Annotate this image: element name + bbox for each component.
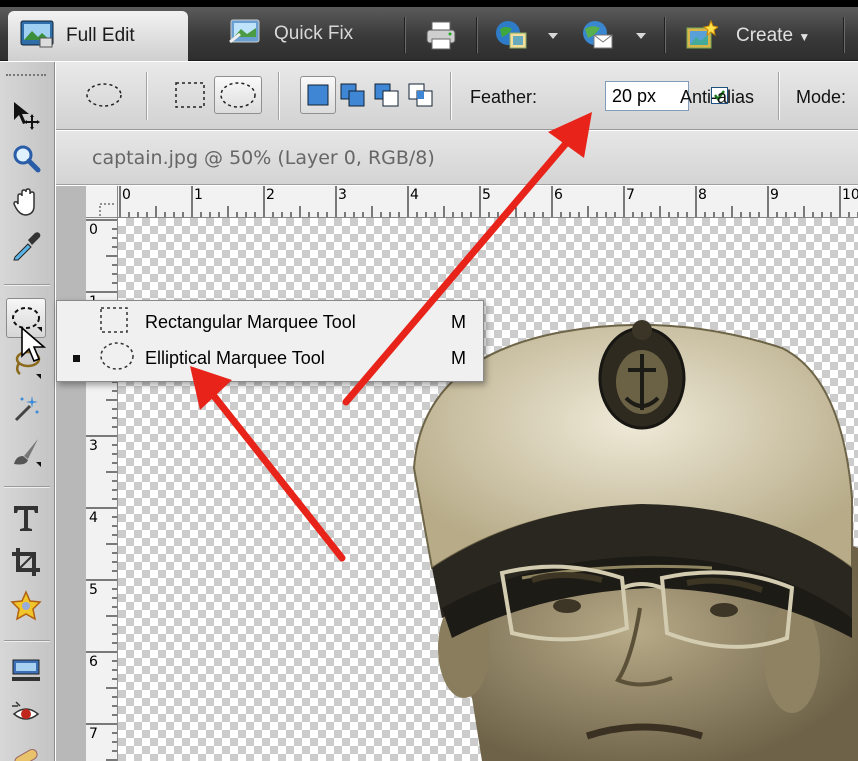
horizontal-ruler[interactable]: 0 1 2 3 4 5 6 7 8 9 10 (86, 186, 858, 218)
zoom-tool-icon[interactable] (8, 140, 44, 176)
document-title-bar[interactable]: captain.jpg @ 50% (Layer 0, RGB/8) (56, 131, 858, 185)
ruler-label: 1 (194, 187, 203, 203)
options-divider (278, 72, 279, 120)
ruler-label: 0 (122, 187, 131, 203)
share-globe-icon[interactable] (580, 19, 614, 51)
chevron-down-icon: ▼ (798, 30, 811, 44)
ruler-origin[interactable] (86, 186, 118, 218)
tool-preset-ellipse-icon[interactable] (82, 76, 126, 114)
mode-tab-bar: Full Edit Quick Fix Create ▼ (0, 7, 858, 61)
captain-photo (412, 320, 858, 761)
elliptical-marquee-icon (97, 339, 137, 377)
toolbox (0, 62, 55, 761)
caption-strip (0, 0, 858, 7)
red-eye-tool-icon[interactable] (8, 696, 44, 732)
elliptical-marquee-option-icon[interactable] (214, 76, 262, 114)
options-divider (778, 72, 779, 120)
tab-full-edit[interactable]: Full Edit (8, 11, 188, 61)
ruler-label: 8 (698, 187, 707, 203)
ruler-label: 6 (554, 187, 563, 203)
shortcut-key: M (451, 311, 466, 332)
toolbar-divider (664, 17, 665, 53)
toolbar-divider (404, 17, 405, 53)
straighten-tool-icon[interactable] (8, 652, 44, 688)
marquee-tool-flyout: Rectangular Marquee Tool M Elliptical Ma… (56, 300, 484, 382)
ruler-label: 5 (482, 187, 491, 203)
toolbox-grip[interactable] (6, 74, 46, 76)
tab-quick-fix-label: Quick Fix (274, 23, 354, 44)
quick-fix-icon (228, 16, 262, 52)
ruler-label: 5 (89, 582, 98, 598)
flyout-item-elliptical-marquee[interactable]: Elliptical Marquee Tool M (57, 339, 483, 377)
type-tool-icon[interactable] (8, 500, 44, 536)
tab-full-edit-label: Full Edit (66, 25, 135, 46)
brush-tool-icon[interactable] (8, 434, 44, 470)
mode-label: Mode: (796, 87, 847, 107)
toolbox-divider (4, 486, 50, 487)
shortcut-key: M (451, 347, 466, 368)
ruler-label: 7 (626, 187, 635, 203)
create-star-icon[interactable] (684, 19, 720, 51)
rectangular-marquee-icon (97, 305, 131, 339)
organize-icon[interactable] (494, 19, 528, 51)
ruler-label: 3 (338, 187, 347, 203)
mouse-cursor-icon (21, 326, 46, 363)
document-title: captain.jpg @ 50% (Layer 0, RGB/8) (92, 147, 435, 169)
ruler-label: 0 (89, 222, 98, 238)
ruler-label: 2 (266, 187, 275, 203)
eyedropper-tool-icon[interactable] (8, 228, 44, 264)
ruler-label: 3 (89, 438, 98, 454)
rectangular-marquee-option-icon[interactable] (170, 76, 210, 114)
flyout-item-rectangular-marquee[interactable]: Rectangular Marquee Tool M (57, 303, 483, 341)
create-label: Create (736, 25, 794, 46)
magic-wand-tool-icon[interactable] (8, 390, 44, 426)
move-tool-icon[interactable] (8, 96, 44, 132)
options-divider (146, 72, 147, 120)
toolbox-divider (4, 284, 50, 285)
feather-input[interactable]: 20 px (605, 81, 689, 111)
new-selection-icon[interactable] (300, 76, 336, 114)
tab-quick-fix[interactable]: Quick Fix (216, 11, 394, 57)
ruler-label: 4 (410, 187, 419, 203)
full-edit-icon (20, 18, 54, 54)
ruler-label: 4 (89, 510, 98, 526)
create-menu[interactable]: Create ▼ (736, 25, 810, 47)
vertical-ruler[interactable]: 01234567 (86, 186, 118, 761)
feather-label: Feather: (470, 87, 538, 107)
toolbox-divider (4, 640, 50, 641)
antialias-label: Anti-alias (680, 87, 755, 107)
chevron-down-icon[interactable] (548, 33, 558, 39)
ruler-label: 7 (89, 726, 98, 742)
cookie-cutter-tool-icon[interactable] (8, 588, 44, 624)
tool-options-bar: Feather: 20 px Anti-alias Mode: (56, 62, 858, 130)
toolbar-divider (843, 17, 844, 53)
ruler-label: 9 (770, 187, 779, 203)
healing-brush-tool-icon[interactable] (8, 740, 44, 761)
active-bullet (73, 354, 80, 362)
ruler-label: 10 (842, 187, 858, 203)
ruler-label: 6 (89, 654, 98, 670)
toolbar-divider (476, 17, 477, 53)
add-to-selection-icon[interactable] (336, 76, 370, 114)
crop-tool-icon[interactable] (8, 544, 44, 580)
intersect-selection-icon[interactable] (404, 76, 438, 114)
chevron-down-icon[interactable] (636, 33, 646, 39)
hand-tool-icon[interactable] (8, 184, 44, 220)
subtract-from-selection-icon[interactable] (370, 76, 404, 114)
flyout-item-label: Rectangular Marquee Tool (145, 311, 356, 332)
options-divider (450, 72, 451, 120)
flyout-item-label: Elliptical Marquee Tool (145, 347, 325, 368)
printer-icon[interactable] (424, 19, 458, 51)
